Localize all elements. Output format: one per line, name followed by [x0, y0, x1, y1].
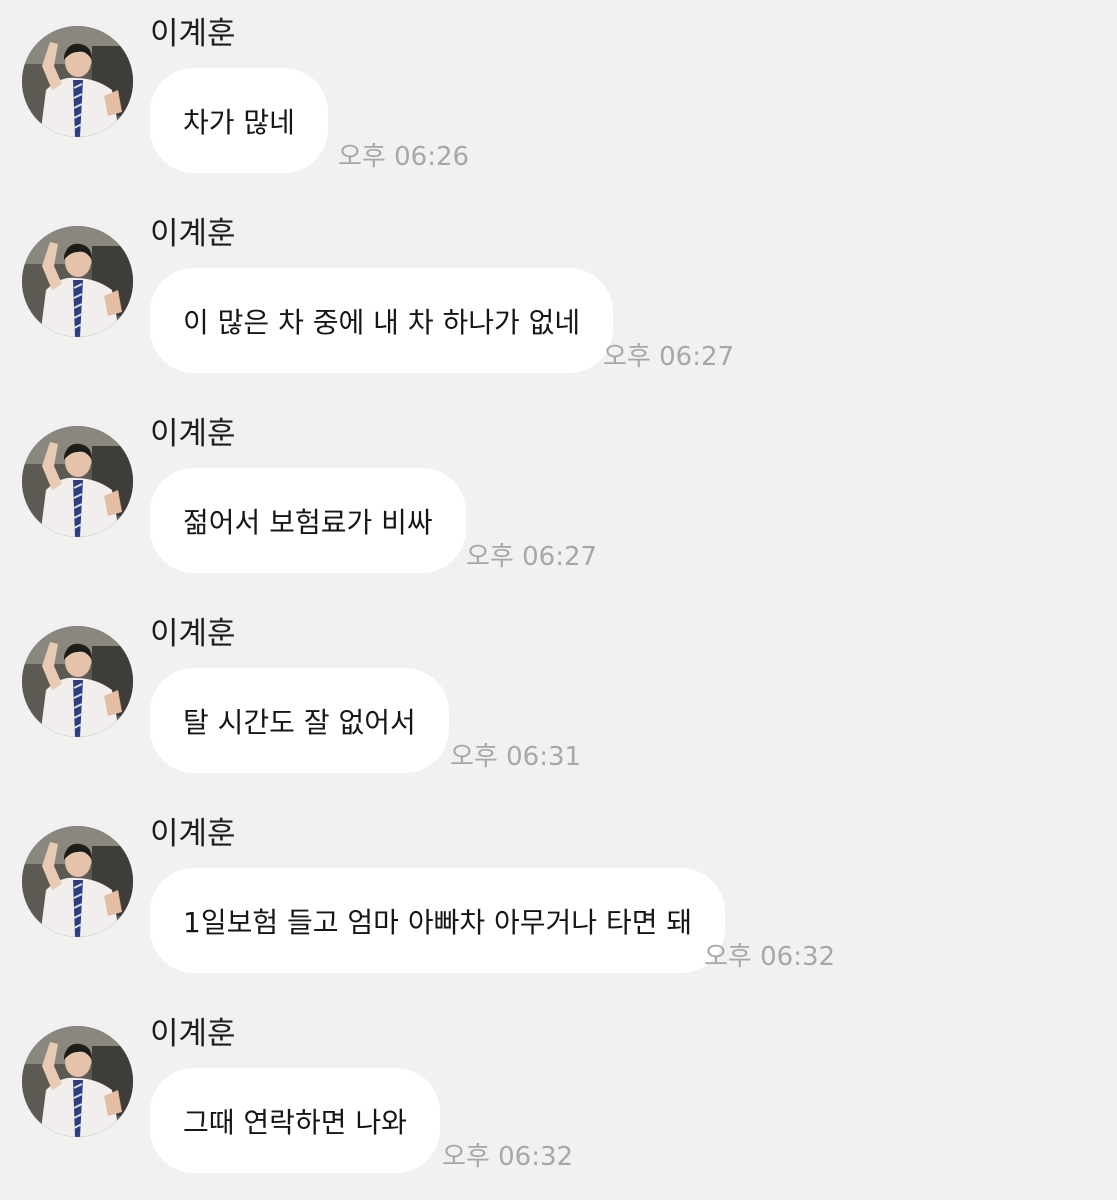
- sender-name: 이계훈: [150, 16, 236, 52]
- message-row: 이계훈 젊어서 보험료가 비싸 오후 06:27: [0, 400, 1117, 600]
- message-row: 이계훈 이 많은 차 중에 내 차 하나가 없네 오후 06:27: [0, 200, 1117, 400]
- message-text: 젊어서 보험료가 비싸: [183, 505, 433, 539]
- message-bubble[interactable]: 차가 많네: [150, 68, 328, 173]
- profile-photo-icon: [22, 626, 133, 737]
- profile-photo-icon: [22, 426, 133, 537]
- avatar[interactable]: [22, 226, 133, 337]
- sender-name: 이계훈: [150, 616, 236, 652]
- avatar[interactable]: [22, 626, 133, 737]
- sender-name: 이계훈: [150, 1016, 236, 1052]
- message-bubble[interactable]: 젊어서 보험료가 비싸: [150, 468, 466, 573]
- message-bubble[interactable]: 이 많은 차 중에 내 차 하나가 없네: [150, 268, 614, 373]
- profile-photo-icon: [22, 1026, 133, 1137]
- chat-log: 이계훈 차가 많네 오후 06:26 이계훈 이 많은 차 중에 내 차 하나가: [0, 0, 1117, 1200]
- message-timestamp: 오후 06:32: [442, 1142, 574, 1172]
- sender-name: 이계훈: [150, 816, 236, 852]
- message-timestamp: 오후 06:32: [704, 942, 836, 972]
- message-text: 그때 연락하면 나와: [183, 1105, 407, 1139]
- message-timestamp: 오후 06:27: [466, 542, 598, 572]
- message-bubble[interactable]: 탈 시간도 잘 없어서: [150, 668, 449, 773]
- sender-name: 이계훈: [150, 416, 236, 452]
- message-timestamp: 오후 06:27: [603, 342, 735, 372]
- message-timestamp: 오후 06:31: [450, 742, 582, 772]
- message-timestamp: 오후 06:26: [338, 142, 470, 172]
- avatar[interactable]: [22, 426, 133, 537]
- message-text: 1일보험 들고 엄마 아빠차 아무거나 타면 돼: [183, 905, 693, 939]
- avatar[interactable]: [22, 26, 133, 137]
- profile-photo-icon: [22, 26, 133, 137]
- message-text: 차가 많네: [183, 105, 295, 139]
- message-row: 이계훈 그때 연락하면 나와 오후 06:32: [0, 1000, 1117, 1200]
- message-text: 탈 시간도 잘 없어서: [183, 705, 416, 739]
- avatar[interactable]: [22, 1026, 133, 1137]
- sender-name: 이계훈: [150, 216, 236, 252]
- message-bubble[interactable]: 그때 연락하면 나와: [150, 1068, 440, 1173]
- avatar[interactable]: [22, 826, 133, 937]
- message-row: 이계훈 차가 많네 오후 06:26: [0, 0, 1117, 200]
- message-bubble[interactable]: 1일보험 들고 엄마 아빠차 아무거나 타면 돼: [150, 868, 726, 973]
- message-row: 이계훈 탈 시간도 잘 없어서 오후 06:31: [0, 600, 1117, 800]
- profile-photo-icon: [22, 826, 133, 937]
- message-row: 이계훈 1일보험 들고 엄마 아빠차 아무거나 타면 돼 오후 06:32: [0, 800, 1117, 1000]
- message-text: 이 많은 차 중에 내 차 하나가 없네: [183, 305, 581, 339]
- profile-photo-icon: [22, 226, 133, 337]
